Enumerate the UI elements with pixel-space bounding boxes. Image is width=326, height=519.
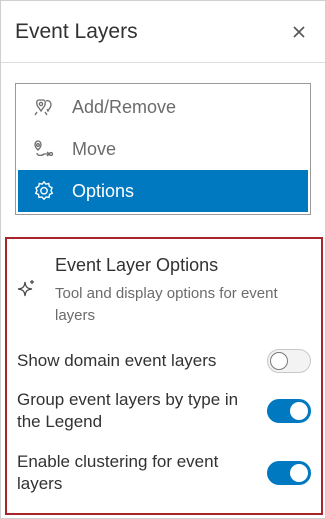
move-icon: [32, 137, 56, 161]
options-description: Tool and display options for event layer…: [55, 285, 278, 324]
toggle-knob: [270, 352, 288, 370]
toggle-row-domain-layers: Show domain event layers: [17, 349, 311, 373]
event-layer-options-section: Event Layer Options Tool and display opt…: [5, 237, 323, 515]
menu-item-label: Options: [72, 180, 135, 201]
toggle-label: Group event layers by type in the Legend: [17, 390, 239, 431]
event-layers-menu: Add/Remove Move Options: [15, 83, 311, 215]
add-remove-layers-icon: [32, 95, 56, 119]
show-domain-event-layers-toggle[interactable]: [267, 349, 311, 373]
toggle-knob: [290, 464, 308, 482]
menu-item-move[interactable]: Move: [18, 128, 308, 170]
toggle-row-clustering: Enable clustering for event layers: [17, 451, 311, 495]
panel-title: Event Layers: [15, 19, 138, 43]
panel-header: Event Layers: [1, 1, 325, 63]
options-title: Event Layer Options: [55, 255, 219, 275]
menu-item-label: Move: [72, 138, 117, 159]
event-layers-panel: Event Layers Add/Remove Move Options Eve…: [0, 0, 326, 519]
toggle-label: Show domain event layers: [17, 351, 217, 370]
close-icon: [293, 25, 305, 38]
sparkle-icon: [17, 280, 34, 297]
menu-item-options[interactable]: Options: [18, 170, 308, 212]
toggle-row-group-by-type: Group event layers by type in the Legend: [17, 389, 311, 433]
toggle-knob: [290, 402, 308, 420]
toggle-label: Enable clustering for event layers: [17, 452, 219, 493]
menu-item-add-remove[interactable]: Add/Remove: [18, 86, 308, 128]
group-by-type-toggle[interactable]: [267, 399, 311, 423]
gear-icon: [32, 179, 56, 203]
enable-clustering-toggle[interactable]: [267, 461, 311, 485]
menu-item-label: Add/Remove: [72, 96, 177, 117]
close-button[interactable]: [287, 20, 311, 44]
